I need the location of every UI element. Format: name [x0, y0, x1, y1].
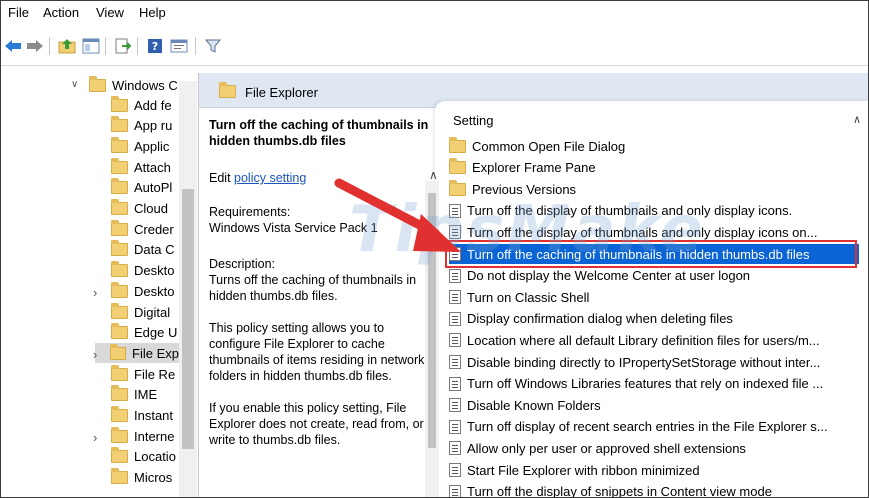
- tree-item[interactable]: IME: [95, 385, 157, 405]
- menu-view[interactable]: View: [96, 5, 124, 20]
- tree-item-label: Interne: [134, 428, 175, 444]
- tree-item-label: File Re: [134, 366, 176, 382]
- tree-item-label: Cloud: [134, 201, 168, 216]
- folder-icon: [111, 136, 128, 153]
- tree-item-label: Edge U: [134, 325, 178, 341]
- folder-icon: [111, 116, 128, 133]
- tree-item[interactable]: Deskto: [95, 261, 174, 281]
- tree-item[interactable]: Edge U: [95, 323, 177, 343]
- tree-item-label: Attach: [134, 159, 171, 175]
- tree-item-label: Digital: [134, 304, 171, 320]
- tree-item-label: Locatio: [134, 449, 176, 465]
- tree-item[interactable]: Instant: [95, 406, 173, 426]
- folder-icon: [111, 95, 128, 112]
- tree-item-label: File Exp: [132, 345, 179, 361]
- tree-item-label: Micros: [134, 470, 173, 486]
- tree-item-windows-components[interactable]: ∨ Windows C ∧: [71, 75, 187, 95]
- tree-item-label: Deskto: [134, 263, 175, 279]
- tree-item-label: Data C: [134, 242, 175, 258]
- tree-item[interactable]: › File Exp: [93, 343, 179, 364]
- folder-icon: [111, 406, 128, 422]
- tree-item[interactable]: AutoPl: [95, 178, 172, 198]
- tree-item[interactable]: Data C: [95, 240, 174, 260]
- tree-item[interactable]: › Deskto: [93, 281, 175, 301]
- tree-item[interactable]: File Re: [95, 364, 175, 384]
- folder-icon: [111, 426, 128, 443]
- tree-item[interactable]: Add fe: [95, 95, 172, 115]
- show-hide-tree-icon[interactable]: [81, 37, 101, 55]
- chevron-right-icon[interactable]: ›: [93, 347, 97, 362]
- tree-item[interactable]: Micros: [95, 468, 172, 488]
- menu-action[interactable]: Action: [43, 5, 79, 20]
- tree-item-label: App ru: [134, 118, 173, 134]
- tree-item-label: Instant: [134, 408, 174, 423]
- folder-icon: [111, 323, 128, 340]
- folder-icon: [111, 157, 128, 174]
- detail-pane: File Explorer Turn off the caching of th…: [199, 73, 868, 497]
- folder-icon: [111, 364, 128, 381]
- menu-help[interactable]: Help: [139, 5, 166, 20]
- tree-pane: ∨ Windows C ∧ Add fe App ru Applic Attach Au…: [1, 73, 199, 497]
- tree-item[interactable]: Attach: [95, 157, 171, 177]
- tree-item[interactable]: Locatio: [95, 447, 176, 467]
- menu-bar: File Action View Help: [1, 1, 868, 23]
- mmc-window: File Action View Help ? ∨ Windows C Add …: [0, 0, 869, 498]
- help-icon[interactable]: ?: [145, 37, 165, 55]
- tree-item-label: Applic: [134, 138, 170, 154]
- chevron-right-icon[interactable]: ›: [93, 430, 97, 445]
- folder-icon: [111, 178, 128, 195]
- tree-item[interactable]: Digital: [95, 302, 170, 322]
- folder-icon: [89, 75, 106, 92]
- svg-text:?: ?: [152, 40, 158, 53]
- folder-icon: [111, 385, 128, 402]
- tree-item[interactable]: Applic: [95, 136, 169, 156]
- tree-item-label: AutoPl: [134, 180, 173, 196]
- tree-item-label: Creder: [134, 221, 174, 237]
- toolbar: ?: [1, 25, 868, 66]
- folder-icon: [111, 302, 128, 319]
- folder-icon: [111, 281, 128, 298]
- chevron-down-icon[interactable]: ∨: [71, 79, 78, 90]
- tree-item[interactable]: Cloud: [95, 199, 168, 219]
- tree-item-label: Windows C: [112, 77, 178, 93]
- filter-icon[interactable]: [203, 37, 223, 55]
- folder-icon: [111, 468, 128, 485]
- tree-item[interactable]: Creder: [95, 219, 174, 239]
- export-list-icon[interactable]: [113, 37, 133, 55]
- red-arrow-annotation: [334, 178, 461, 252]
- tree-item[interactable]: App ru: [95, 116, 172, 136]
- back-arrow-icon[interactable]: [3, 37, 23, 55]
- folder-icon: [109, 343, 127, 360]
- up-folder-icon[interactable]: [57, 37, 77, 55]
- tree-item-label: Add fe: [134, 97, 172, 113]
- folder-icon: [111, 199, 128, 215]
- tree-item-label: Deskto: [134, 283, 175, 299]
- folder-icon: [111, 447, 128, 464]
- tree-item[interactable]: › Interne: [93, 426, 175, 446]
- folder-icon: [111, 240, 128, 257]
- properties-icon[interactable]: [169, 37, 189, 55]
- chevron-right-icon[interactable]: ›: [93, 285, 97, 300]
- folder-icon: [111, 261, 128, 278]
- forward-arrow-icon[interactable]: [25, 37, 45, 55]
- menu-file[interactable]: File: [8, 5, 29, 20]
- tree-item-label: IME: [134, 387, 158, 403]
- tree-scrollbar-thumb[interactable]: [182, 189, 194, 449]
- folder-icon: [111, 219, 128, 236]
